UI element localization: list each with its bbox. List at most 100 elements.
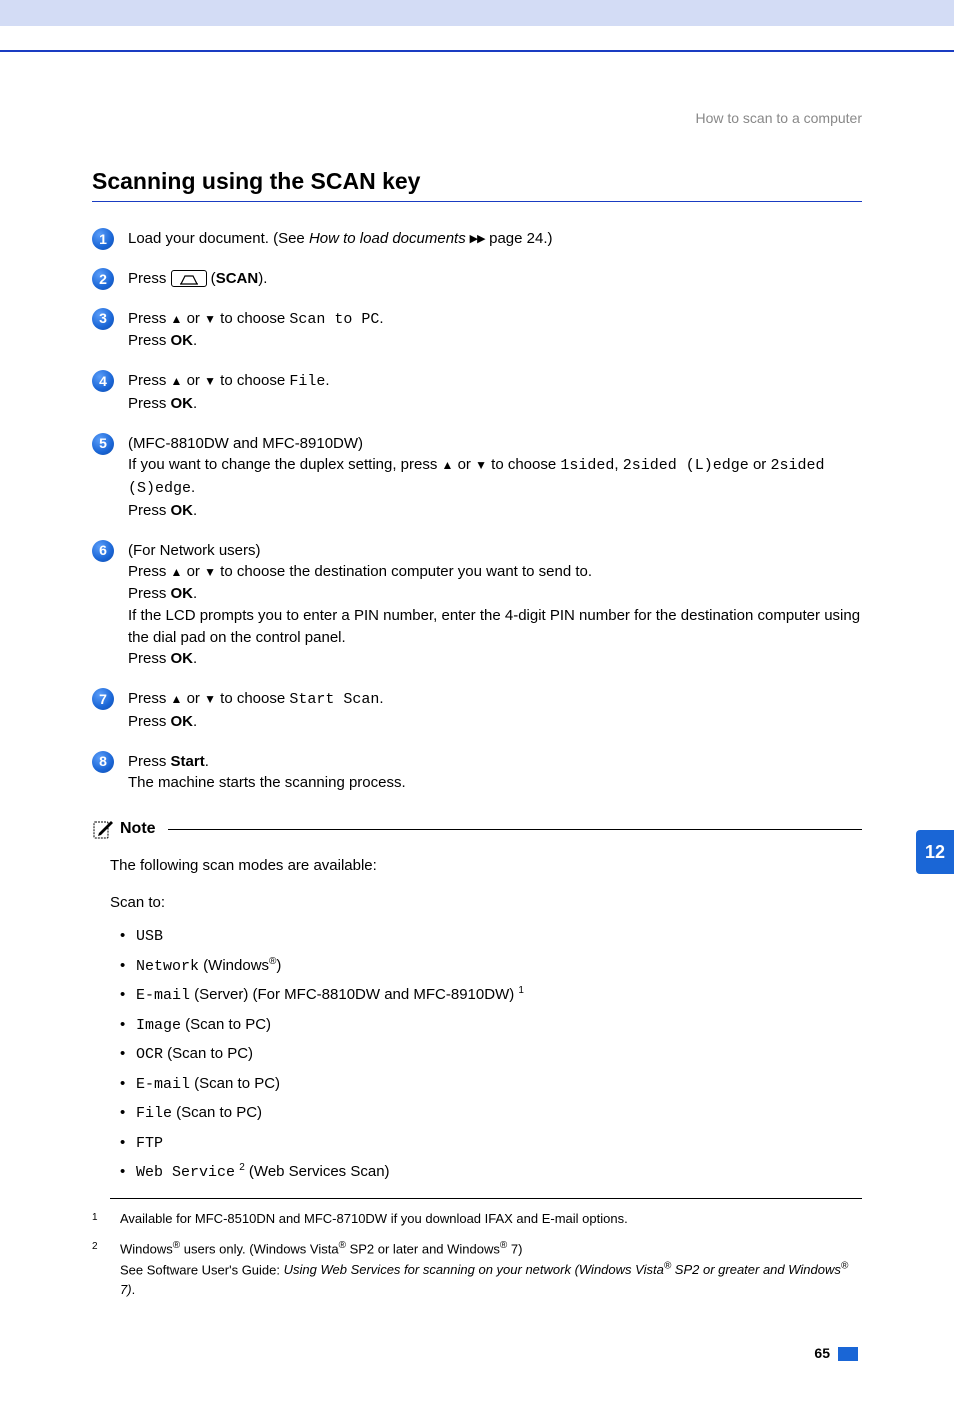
- list-item: OCR (Scan to PC): [120, 1040, 862, 1070]
- step-text: or: [182, 690, 204, 707]
- page-title: Scanning using the SCAN key: [92, 168, 862, 202]
- step-badge: 2: [92, 268, 114, 290]
- step-3: 3 Press ▲ or ▼ to choose Scan to PC. Pre…: [92, 308, 862, 353]
- button-label: OK: [171, 713, 194, 730]
- step-2: 2 Press (SCAN).: [92, 268, 862, 290]
- step-text: Press: [128, 395, 171, 412]
- step-text: .: [193, 650, 197, 667]
- button-label: OK: [171, 585, 194, 602]
- step-text: Press: [128, 372, 171, 389]
- fn-part: Using Web Services for scanning on your …: [284, 1262, 664, 1277]
- step-text: ,: [614, 456, 622, 473]
- step-text: Press: [128, 713, 171, 730]
- footnote-1: 1 Available for MFC-8510DN and MFC-8710D…: [92, 1209, 862, 1229]
- footnote-text: Windows® users only. (Windows Vista® SP2…: [120, 1238, 862, 1299]
- up-arrow-icon: ▲: [171, 692, 183, 706]
- reg-mark: ®: [339, 1240, 346, 1251]
- step-text: Press: [128, 310, 171, 327]
- fn-part: SP2 or later and Windows: [346, 1241, 500, 1256]
- mode-text: (Windows: [199, 957, 269, 974]
- note-scanto: Scan to:: [110, 889, 862, 916]
- button-label: OK: [171, 395, 194, 412]
- fn-part: 7): [507, 1241, 522, 1256]
- button-label: OK: [171, 650, 194, 667]
- step-4: 4 Press ▲ or ▼ to choose File. Press OK.: [92, 370, 862, 415]
- button-label: OK: [171, 502, 194, 519]
- note-label: Note: [120, 820, 156, 838]
- up-arrow-icon: ▲: [442, 458, 454, 472]
- step-text: .: [325, 372, 329, 389]
- list-item: Web Service 2 (Web Services Scan): [120, 1158, 862, 1188]
- mode-text: (Scan to PC): [190, 1075, 280, 1092]
- model-note: (MFC-8810DW and MFC-8910DW): [128, 435, 363, 452]
- step-badge: 4: [92, 370, 114, 392]
- xref-arrow: ▸▸: [466, 230, 485, 247]
- step-8: 8 Press Start. The machine starts the sc…: [92, 751, 862, 795]
- step-text: ).: [258, 270, 267, 287]
- note-block: Note The following scan modes are availa…: [92, 818, 862, 1199]
- mode-code: File: [136, 1105, 172, 1122]
- mode-text: (Web Services Scan): [245, 1163, 390, 1180]
- xref: How to load documents: [309, 230, 466, 247]
- step-text: .: [193, 395, 197, 412]
- menu-option: Start Scan: [289, 691, 379, 708]
- button-label: Start: [171, 753, 205, 770]
- scan-key-icon: [171, 270, 207, 287]
- list-item: FTP: [120, 1129, 862, 1159]
- mode-code: FTP: [136, 1135, 163, 1152]
- down-arrow-icon: ▼: [204, 565, 216, 579]
- note-rule: [168, 829, 862, 830]
- menu-option: File: [289, 373, 325, 390]
- step-badge: 5: [92, 433, 114, 455]
- down-arrow-icon: ▼: [204, 692, 216, 706]
- step-badge: 7: [92, 688, 114, 710]
- list-item: E-mail (Server) (For MFC-8810DW and MFC-…: [120, 981, 862, 1011]
- mode-text: (Scan to PC): [172, 1104, 262, 1121]
- step-badge: 1: [92, 228, 114, 250]
- menu-option: Scan to PC: [289, 311, 379, 328]
- down-arrow-icon: ▼: [204, 374, 216, 388]
- step-text: Press: [128, 585, 171, 602]
- fn-part: users only. (Windows Vista: [180, 1241, 338, 1256]
- step-text: Press: [128, 502, 171, 519]
- step-text: If the LCD prompts you to enter a PIN nu…: [128, 607, 860, 646]
- mode-code: E-mail: [136, 987, 190, 1004]
- up-arrow-icon: ▲: [171, 565, 183, 579]
- step-text: or: [453, 456, 475, 473]
- down-arrow-icon: ▼: [475, 458, 487, 472]
- down-arrow-icon: ▼: [204, 312, 216, 326]
- fn-part: See Software User's Guide:: [120, 1262, 284, 1277]
- step-text: Press: [128, 753, 171, 770]
- footnote-text: Available for MFC-8510DN and MFC-8710DW …: [120, 1209, 628, 1229]
- step-text: The machine starts the scanning process.: [128, 774, 406, 791]
- step-1: 1 Load your document. (See How to load d…: [92, 228, 862, 250]
- footnote-num: 1: [92, 1209, 120, 1229]
- button-label: SCAN: [216, 270, 259, 287]
- step-text: Press: [128, 270, 171, 287]
- step-text: Press: [128, 690, 171, 707]
- up-arrow-icon: ▲: [171, 312, 183, 326]
- mode-text: (Scan to PC): [181, 1016, 271, 1033]
- step-text: .: [379, 310, 383, 327]
- mode-code: E-mail: [136, 1076, 190, 1093]
- footnotes: 1 Available for MFC-8510DN and MFC-8710D…: [92, 1209, 862, 1300]
- fn-part: Windows: [120, 1241, 173, 1256]
- step-text: Press: [128, 650, 171, 667]
- chapter-tab: 12: [916, 830, 954, 874]
- fn-part: 7): [120, 1282, 132, 1297]
- step-text: to choose: [216, 372, 289, 389]
- step-text: to choose the destination computer you w…: [216, 563, 592, 580]
- mode-text: ): [276, 957, 281, 974]
- list-item: E-mail (Scan to PC): [120, 1070, 862, 1100]
- note-icon: [92, 818, 116, 840]
- mode-text: (Server) (For MFC-8810DW and MFC-8910DW): [190, 986, 518, 1003]
- footnote-ref: 1: [518, 985, 524, 996]
- step-text: (For Network users): [128, 542, 261, 559]
- page-content: How to scan to a computer Scanning using…: [0, 50, 954, 1401]
- fn-part: SP2 or greater and Windows: [671, 1262, 841, 1277]
- button-label: OK: [171, 332, 194, 349]
- step-text: to choose: [216, 690, 289, 707]
- step-text: or: [182, 310, 204, 327]
- list-item: Network (Windows®): [120, 952, 862, 982]
- footer-marker-icon: [838, 1347, 858, 1361]
